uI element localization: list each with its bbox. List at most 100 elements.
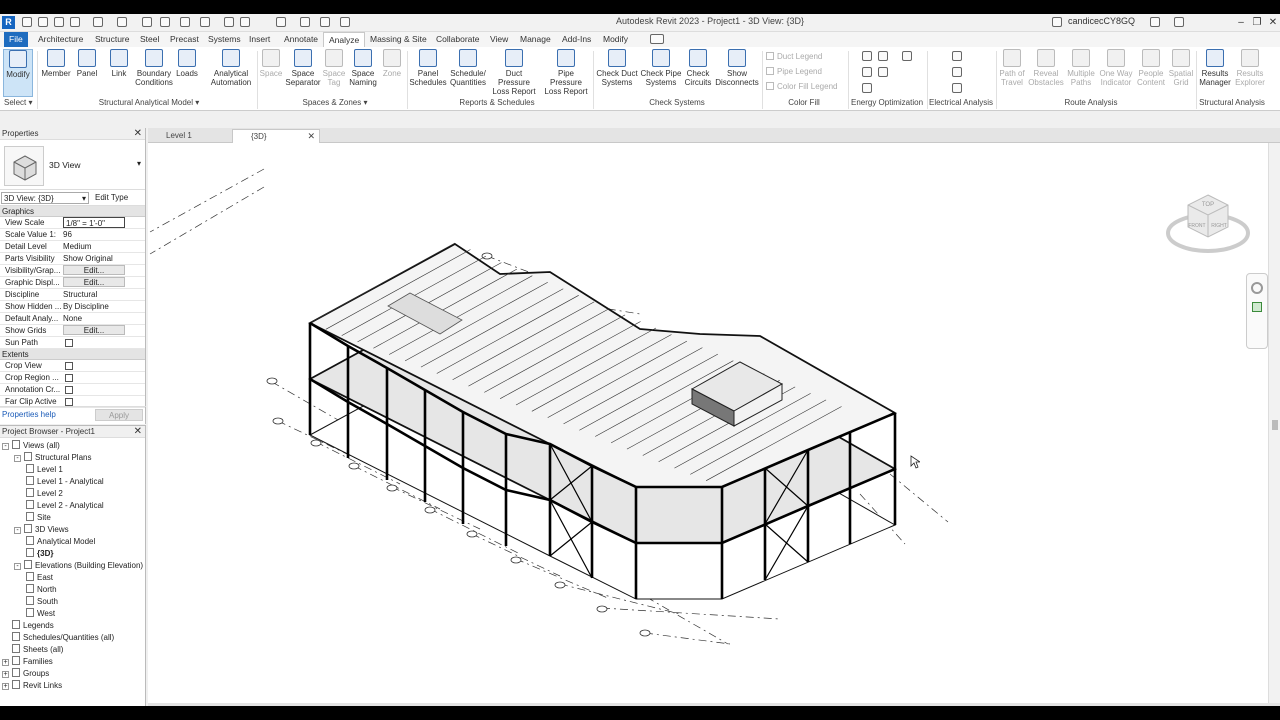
redo-icon[interactable] — [117, 17, 127, 27]
user-account[interactable]: candicecCY8GQ — [1068, 16, 1135, 26]
browser-item[interactable]: Sheets (all) — [2, 644, 63, 654]
results-manager-button[interactable]: Results Manager — [1198, 49, 1232, 97]
collapse-icon[interactable]: - — [2, 443, 9, 450]
home-icon[interactable] — [22, 17, 32, 27]
sync-icon[interactable] — [70, 17, 80, 27]
browser-item[interactable]: Schedules/Quantities (all) — [2, 632, 114, 642]
browser-item[interactable]: Site — [26, 512, 51, 522]
extents-checkbox[interactable] — [65, 374, 73, 382]
close-properties-icon[interactable]: ✕ — [134, 128, 142, 140]
collapse-icon[interactable]: - — [14, 563, 21, 570]
property-value[interactable]: 96 — [63, 229, 125, 240]
space-separator-button[interactable]: Space Separator — [285, 49, 321, 97]
expand-icon[interactable]: + — [2, 659, 9, 666]
pipe-pressure-loss-report-button[interactable]: Pipe Pressure Loss Report — [541, 49, 591, 97]
property-value[interactable]: None — [63, 313, 125, 324]
property-value[interactable]: Medium — [63, 241, 125, 252]
steering-wheel-icon[interactable] — [1251, 282, 1263, 294]
space-tag-button[interactable]: Space Tag — [322, 49, 346, 97]
3d-view-icon[interactable] — [276, 17, 286, 27]
thin-lines-icon[interactable] — [320, 17, 330, 27]
tab-annotate[interactable]: Annotate — [279, 32, 323, 47]
browser-item[interactable]: + Groups — [2, 668, 49, 678]
browser-item[interactable]: Level 2 - Analytical — [26, 500, 104, 510]
check-circuits-button[interactable]: Check Circuits — [683, 49, 713, 97]
close-button[interactable]: ✕ — [1264, 15, 1280, 30]
systems-analysis-icon[interactable] — [862, 83, 872, 93]
type-selector[interactable]: 3D View ▾ — [0, 140, 145, 190]
measure-icon[interactable] — [160, 17, 170, 27]
tab-file[interactable]: File — [4, 32, 28, 47]
tab-architecture[interactable]: Architecture — [33, 32, 88, 47]
pipe-legend-button[interactable]: Pipe Legend — [766, 67, 822, 76]
results-explorer-button[interactable]: Results Explorer — [1233, 49, 1267, 97]
space-button[interactable]: Space — [259, 49, 283, 97]
people-content-button[interactable]: People Content — [1135, 49, 1167, 97]
extents-checkbox[interactable] — [65, 386, 73, 394]
panel-button[interactable]: Panel — [74, 49, 100, 97]
save-icon[interactable] — [54, 17, 64, 27]
expand-icon[interactable]: + — [2, 683, 9, 690]
tab-systems[interactable]: Systems — [203, 32, 246, 47]
analytical-automation-button[interactable]: Analytical Automation — [206, 49, 256, 97]
one-way-indicator-button[interactable]: One Way Indicator — [1098, 49, 1134, 97]
property-value[interactable]: By Discipline — [63, 301, 125, 312]
close-browser-icon[interactable]: ✕ — [134, 426, 142, 438]
open-icon[interactable] — [38, 17, 48, 27]
tab-3d[interactable]: {3D} ✕ — [232, 129, 320, 143]
browser-item[interactable]: East — [26, 572, 53, 582]
link-button[interactable]: Link — [106, 49, 132, 97]
boundary-conditions-button[interactable]: Boundary Conditions — [134, 49, 174, 97]
browser-item[interactable]: - 3D Views — [14, 524, 69, 534]
panel-schedules-button[interactable]: Panel Schedules — [409, 49, 447, 97]
instance-selector[interactable]: 3D View: {3D} ▾ — [1, 192, 89, 204]
graphics-section[interactable]: Graphics — [0, 206, 145, 217]
reveal-obstacles-button[interactable]: Reveal Obstacles — [1028, 49, 1064, 97]
browser-item[interactable]: North — [26, 584, 57, 594]
electrical-analysis-icon[interactable] — [952, 51, 962, 61]
collapse-icon[interactable]: - — [14, 455, 21, 462]
revit-logo-icon[interactable]: R — [2, 16, 15, 29]
show-disconnects-button[interactable]: Show Disconnects — [714, 49, 760, 97]
drawing-area[interactable]: TOP FRONT RIGHT — [148, 143, 1268, 703]
section-icon[interactable] — [300, 17, 310, 27]
energy-settings-icon[interactable] — [862, 51, 872, 61]
tab-analyze[interactable]: Analyze — [323, 32, 366, 47]
check-pipe-systems-button[interactable]: Check Pipe Systems — [640, 49, 682, 97]
extents-checkbox[interactable] — [65, 362, 73, 370]
viewcube-top-label[interactable]: TOP — [1202, 202, 1214, 208]
schedule-quantities-button[interactable]: Schedule/ Quantities — [448, 49, 488, 97]
close-tab-icon[interactable]: ✕ — [307, 130, 315, 143]
optimize-icon[interactable] — [878, 67, 888, 77]
properties-help-link[interactable]: Properties help — [2, 410, 56, 419]
structural-analytical-model-group[interactable]: Structural Analytical Model ▾ — [94, 98, 204, 107]
browser-item[interactable]: {3D} — [26, 548, 53, 558]
browser-item[interactable]: Analytical Model — [26, 536, 95, 546]
property-value[interactable]: Show Original — [63, 253, 125, 264]
undo-icon[interactable] — [93, 17, 103, 27]
generate-icon[interactable] — [862, 67, 872, 77]
print-icon[interactable] — [142, 17, 152, 27]
switch-windows-icon[interactable] — [340, 17, 350, 27]
tab-level-1[interactable]: Level 1 — [148, 129, 232, 143]
tab-massing-site[interactable]: Massing & Site — [365, 32, 432, 47]
browser-item[interactable]: Level 1 — [26, 464, 63, 474]
duct-legend-button[interactable]: Duct Legend — [766, 52, 822, 61]
context-toggle-icon[interactable] — [650, 34, 664, 44]
tab-insert[interactable]: Insert — [244, 32, 275, 47]
member-button[interactable]: Member — [40, 49, 72, 97]
energy-extra-icon[interactable] — [902, 51, 912, 61]
modify-button[interactable]: Modify — [3, 49, 33, 97]
tab-add-ins[interactable]: Add-Ins — [557, 32, 596, 47]
browser-item[interactable]: West — [26, 608, 55, 618]
tab-collaborate[interactable]: Collaborate — [431, 32, 484, 47]
browser-item[interactable]: - Structural Plans — [14, 452, 91, 462]
extents-checkbox[interactable] — [65, 398, 73, 406]
spaces-zones-group[interactable]: Spaces & Zones ▾ — [290, 98, 380, 107]
path-of-travel-button[interactable]: Path of Travel — [997, 49, 1027, 97]
browser-item[interactable]: + Families — [2, 656, 53, 666]
browser-item[interactable]: Level 2 — [26, 488, 63, 498]
expand-icon[interactable]: + — [2, 671, 9, 678]
tab-steel[interactable]: Steel — [135, 32, 164, 47]
text-icon[interactable] — [240, 17, 250, 27]
